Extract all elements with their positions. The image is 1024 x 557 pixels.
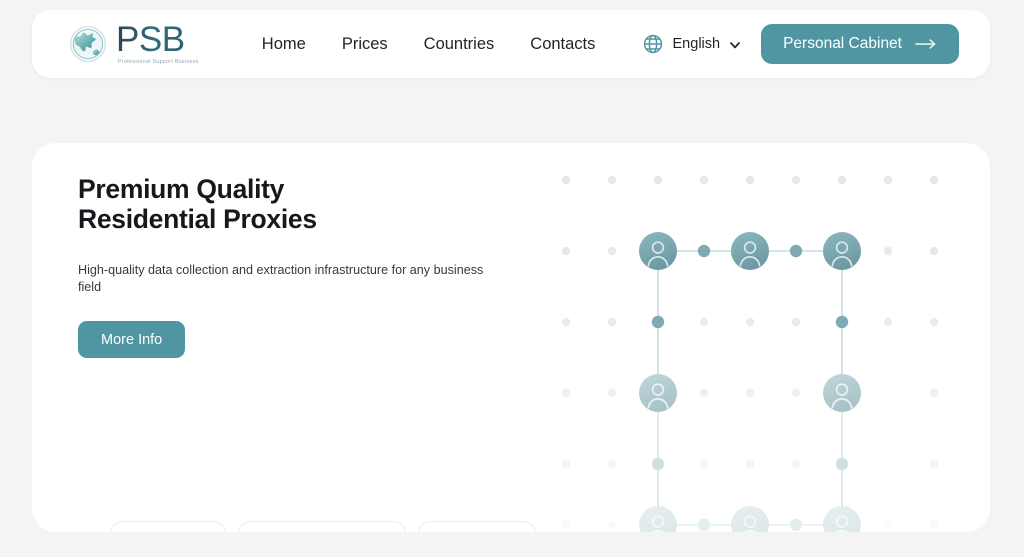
page-title: Premium Quality Residential Proxies	[78, 174, 428, 234]
personal-cabinet-button[interactable]: Personal Cabinet	[761, 24, 959, 64]
navbar: PSB Professional Support Business Home P…	[32, 10, 990, 78]
more-info-button[interactable]: More Info	[78, 321, 185, 358]
brand-title: PSB	[116, 23, 185, 57]
stat-card-uptime: 99.9% uptime	[110, 521, 226, 532]
nav-links: Home Prices Countries Contacts	[262, 35, 596, 54]
language-selector[interactable]: English	[642, 33, 742, 55]
hero-card: Premium Quality Residential Proxies High…	[32, 143, 990, 532]
stats-row: 99.9% uptime 40 млн+ ip адресов	[110, 521, 536, 532]
hero-subtitle: High-quality data collection and extract…	[78, 262, 503, 295]
nav-link-home[interactable]: Home	[262, 35, 306, 54]
globe-earth-icon	[69, 25, 107, 63]
nav-link-contacts[interactable]: Contacts	[530, 35, 595, 54]
proxy-network-illustration	[530, 147, 990, 532]
nav-link-prices[interactable]: Prices	[342, 35, 388, 54]
brand-tagline: Professional Support Business	[118, 59, 199, 65]
personal-cabinet-label: Personal Cabinet	[783, 35, 902, 53]
navbar-right: English Personal Cabinet	[642, 24, 959, 64]
avatar-node	[639, 506, 861, 532]
brand-logo[interactable]: PSB Professional Support Business	[69, 23, 199, 65]
stat-card-countries: 200 стран	[418, 521, 536, 532]
language-label: English	[673, 36, 721, 52]
stat-card-ip-addresses: 40 млн+ ip адресов	[238, 521, 406, 532]
globe-icon	[642, 33, 664, 55]
avatar-node	[639, 232, 861, 270]
arrow-right-icon	[915, 38, 937, 50]
chevron-down-icon	[729, 37, 741, 51]
hero-content: Premium Quality Residential Proxies High…	[78, 174, 548, 358]
nav-link-countries[interactable]: Countries	[424, 35, 495, 54]
